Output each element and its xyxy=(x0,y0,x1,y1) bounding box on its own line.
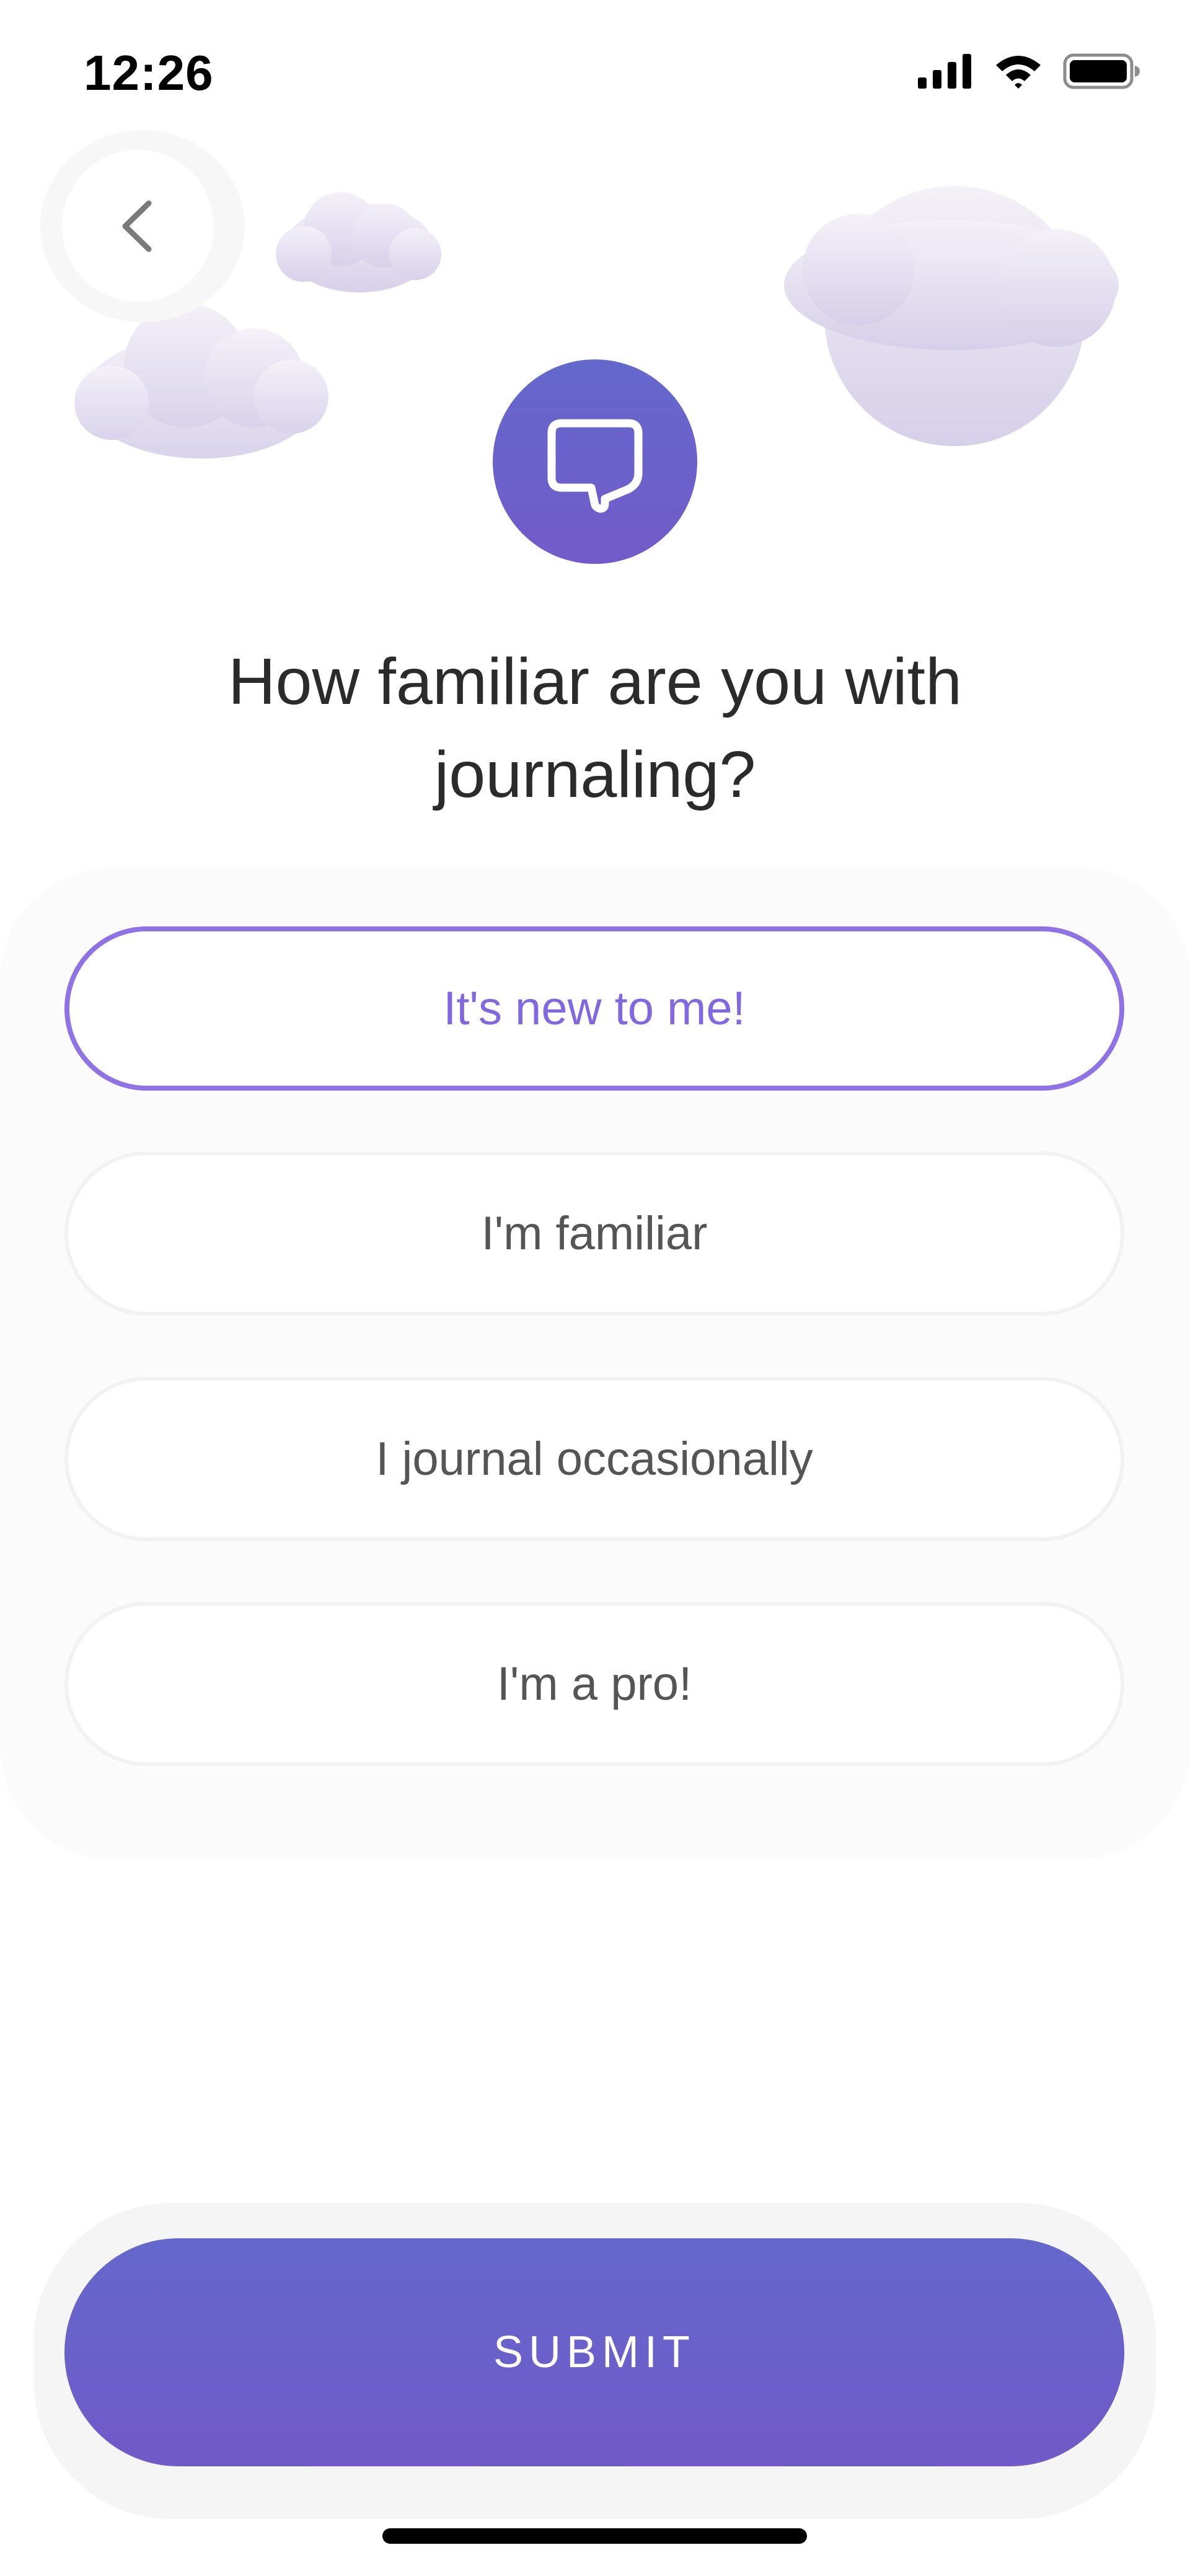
status-bar: 12:26 xyxy=(0,0,1190,143)
option-pro[interactable]: I'm a pro! xyxy=(64,1602,1124,1766)
wifi-icon xyxy=(996,56,1041,89)
chevron-left-icon xyxy=(122,200,151,252)
status-icons xyxy=(918,53,1140,90)
back-button[interactable] xyxy=(62,150,214,302)
submit-label: SUBMIT xyxy=(493,2328,695,2377)
option-label: I journal occasionally xyxy=(376,1433,813,1485)
option-new-to-me[interactable]: It's new to me! xyxy=(64,926,1124,1091)
option-label: I'm a pro! xyxy=(496,1658,692,1710)
cloud-small-left-icon xyxy=(276,192,441,292)
battery-icon xyxy=(1063,53,1140,89)
cloud-lower-left-icon xyxy=(74,304,328,459)
cloud-right-icon xyxy=(784,186,1119,446)
status-time: 12:26 xyxy=(84,45,214,100)
question-title: How familiar are you with journaling? xyxy=(227,645,963,811)
option-label: It's new to me! xyxy=(443,982,746,1035)
speech-bubble-icon xyxy=(547,419,643,513)
option-journal-occasionally[interactable]: I journal occasionally xyxy=(64,1377,1124,1541)
journal-chat-badge xyxy=(493,359,697,564)
submit-button[interactable]: SUBMIT xyxy=(64,2238,1124,2466)
option-familiar[interactable]: I'm familiar xyxy=(64,1151,1124,1316)
option-label: I'm familiar xyxy=(481,1207,708,1260)
cellular-signal-icon xyxy=(918,54,971,89)
home-indicator[interactable] xyxy=(382,2528,807,2544)
